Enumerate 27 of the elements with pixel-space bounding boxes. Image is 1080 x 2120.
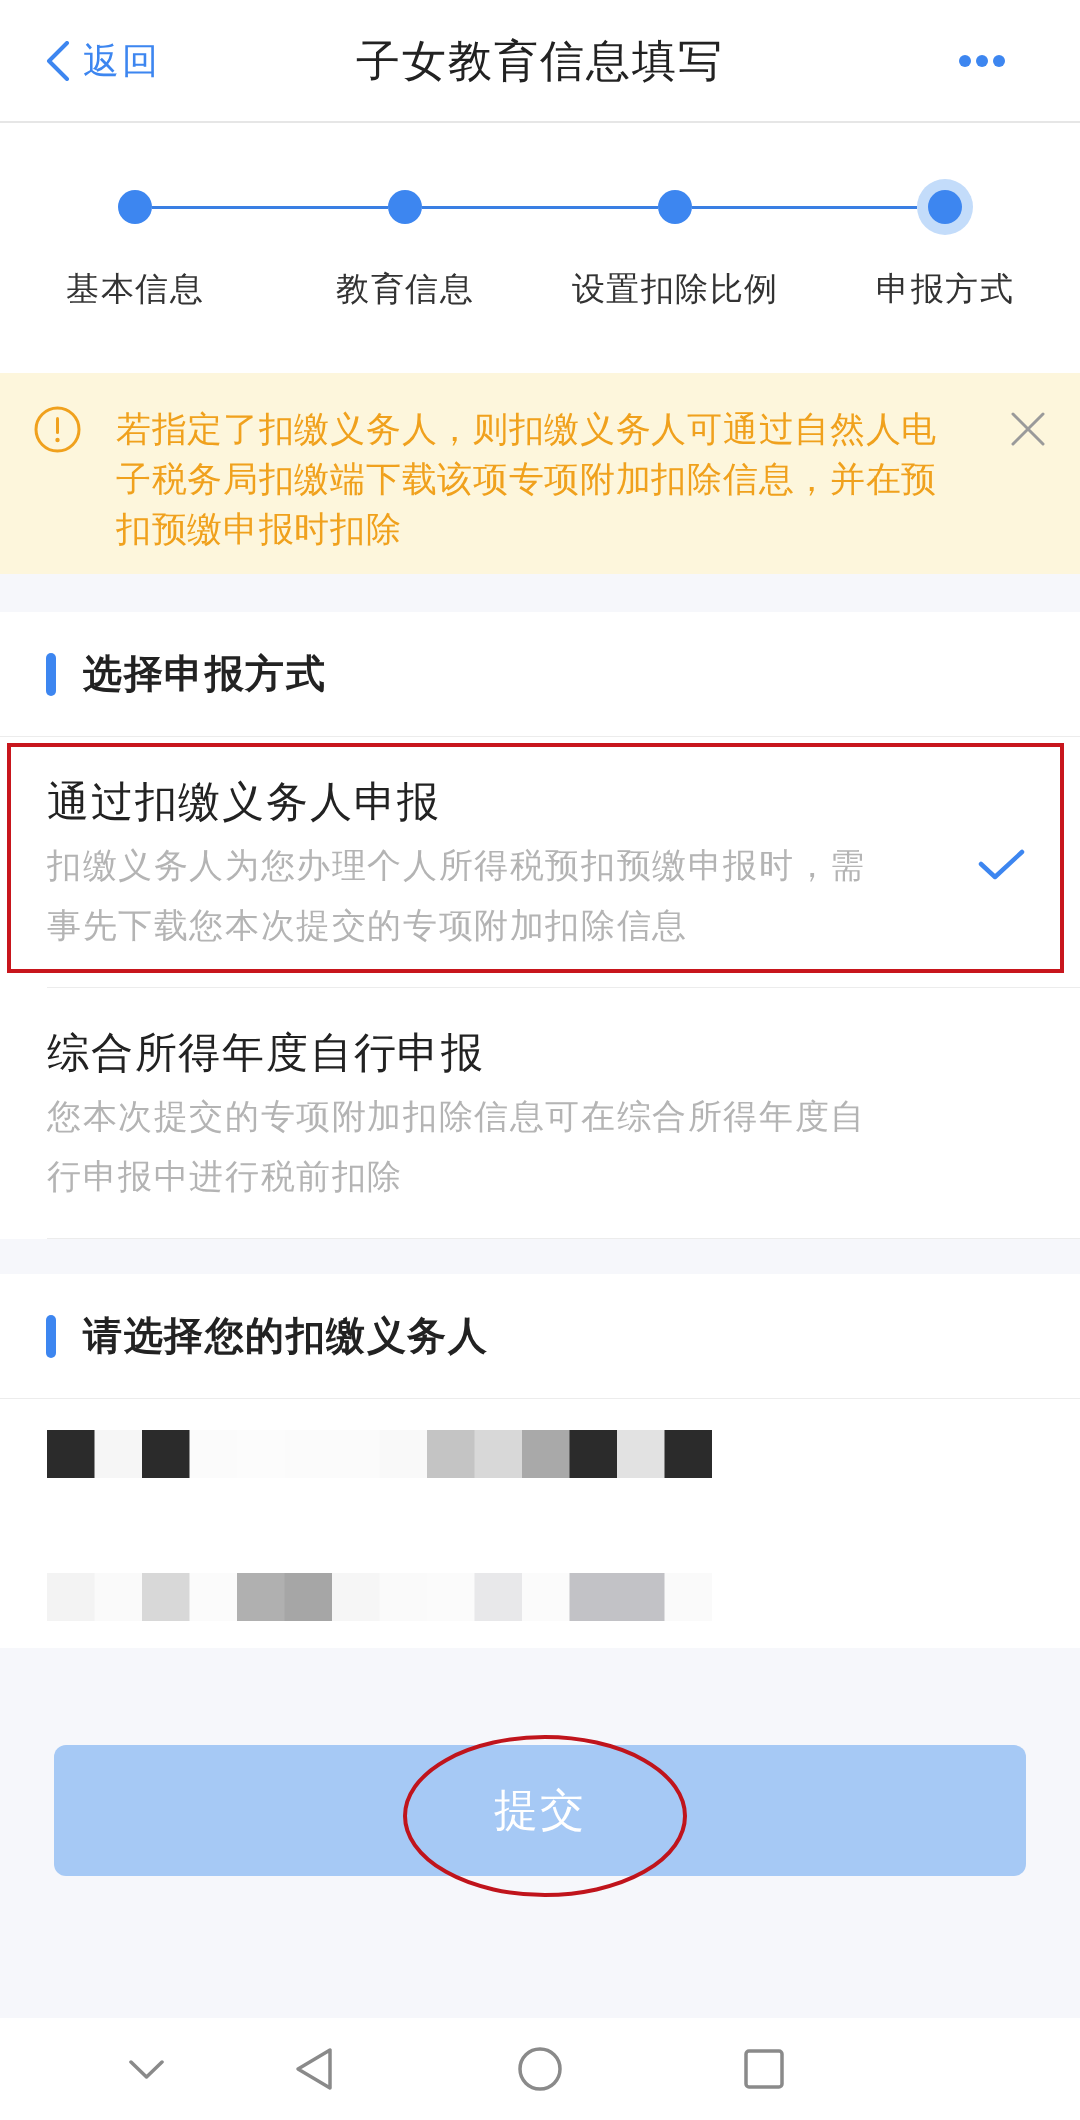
section-heading: 请选择您的扣缴义务人 [83, 1312, 488, 1360]
more-icon [959, 54, 1005, 67]
home-icon[interactable] [518, 2047, 562, 2091]
warning-icon [34, 406, 81, 453]
more-button[interactable] [959, 54, 1005, 67]
recent-apps-icon[interactable] [744, 2049, 784, 2089]
step-label: 基本信息 [66, 268, 204, 310]
close-icon [1011, 412, 1045, 446]
accent-marker-icon [46, 652, 56, 696]
chevron-down-icon[interactable] [129, 2059, 164, 2079]
back-icon[interactable] [295, 2047, 333, 2091]
chevron-left-icon [45, 40, 70, 81]
step-label: 设置扣除比例 [571, 268, 779, 310]
option-description: 您本次提交的专项附加扣除信息可在综合所得年度自行申报中进行税前扣除 [47, 1095, 867, 1198]
page-title: 子女教育信息填写 [356, 33, 724, 88]
step-label: 申报方式 [876, 268, 1014, 310]
option-item[interactable]: 综合所得年度自行申报 您本次提交的专项附加扣除信息可在综合所得年度自行申报中进行税前扣除 [0, 988, 1080, 1239]
option-description: 扣缴义务人为您办理个人所得税预扣预缴申报时，需事先下载您本次提交的专项附加扣除信息 [47, 844, 867, 947]
section-heading: 选择申报方式 [83, 650, 326, 698]
option-item[interactable]: 通过扣缴义务人申报 扣缴义务人为您办理个人所得税预扣预缴申报时，需事先下载您本次提交的专项附加扣除信息 [0, 737, 1080, 988]
option-title: 综合所得年度自行申报 [47, 1027, 486, 1079]
back-button[interactable]: 返回 [45, 38, 160, 83]
notice-text: 若指定了扣缴义务人，则扣缴义务人可通过自然人电子税务局扣缴端下载该项专项附加扣除信息，并在预扣预缴申报时扣除 [116, 408, 939, 551]
option-title: 通过扣缴义务人申报 [47, 776, 443, 828]
step-label: 教育信息 [336, 268, 474, 310]
accent-marker-icon [46, 1314, 56, 1358]
close-button[interactable] [1011, 412, 1045, 446]
